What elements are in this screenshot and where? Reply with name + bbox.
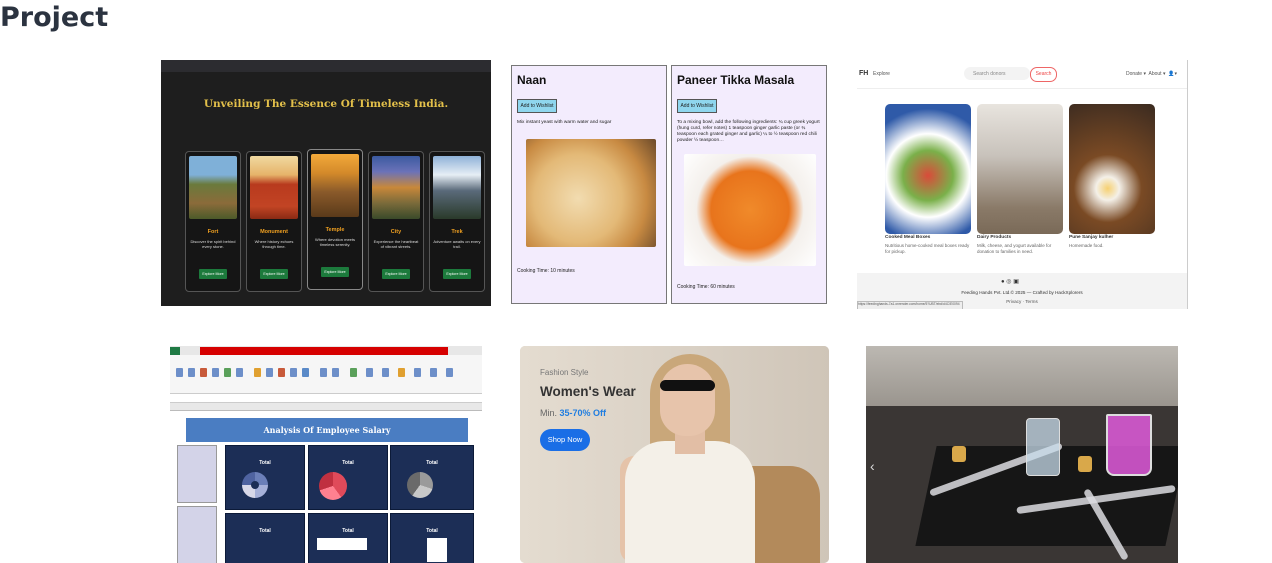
nav-explore[interactable]: Explore [873, 71, 890, 77]
recipe-title: Naan [517, 73, 547, 87]
cooking-time: Cooking Time: 60 minutes [677, 284, 735, 290]
instagram-icon[interactable]: ◎ [1006, 279, 1011, 285]
product-image-dairy [977, 104, 1063, 234]
temple-image [311, 154, 359, 217]
purple-beaker [1106, 414, 1152, 476]
page-title: Project [0, 2, 109, 33]
destination-card-city: City Experience the heartbeat of vibrant… [368, 151, 424, 292]
destination-card-fort: Fort Discover the spirit behind every st… [185, 151, 241, 292]
product-title: Cooked Meal Boxes [885, 235, 931, 240]
destination-card-temple: Temple Where devotion meets timeless ser… [307, 149, 363, 290]
explore-more-button[interactable]: Explore More [443, 269, 471, 279]
sensor-mount [952, 446, 966, 462]
pivot-chart-radar: Total [225, 513, 305, 563]
search-input[interactable]: Search donors [964, 67, 1030, 80]
site-header-bar [161, 60, 491, 72]
excel-title-bar [170, 346, 482, 355]
card-description: Where devotion meets timeless serenity. [314, 237, 356, 247]
project-thumbnail-hardware-photo[interactable]: ‹ [866, 346, 1178, 563]
formula-bar[interactable] [170, 394, 482, 403]
destination-card-trek: Trek Adventure awaits on every trail. Ex… [429, 151, 485, 292]
add-to-wishlist-button[interactable]: Add to Wishlist [517, 99, 557, 113]
project-thumbnail-india-tourism[interactable]: Unveiling The Essence Of Timeless India.… [161, 60, 491, 306]
card-description: Where history echoes through time. [254, 239, 294, 249]
search-button[interactable]: Search [1030, 67, 1057, 82]
dashboard-banner: Analysis Of Employee Salary [186, 418, 468, 442]
pivot-chart-bar: Total [308, 513, 388, 563]
recipe-description: To a mixing bowl, add the following ingr… [677, 120, 820, 143]
card-description: Discover the spirit behind every stone. [190, 239, 236, 249]
card-description: Experience the heartbeat of vibrant stre… [373, 239, 419, 249]
cooking-time: Cooking Time: 10 minutes [517, 268, 575, 274]
model-top [625, 441, 755, 563]
slicer-panel[interactable] [177, 506, 217, 563]
city-image [372, 156, 420, 219]
site-heading: Unveiling The Essence Of Timeless India. [203, 98, 449, 110]
explore-more-button[interactable]: Explore More [260, 269, 288, 279]
card-title: Monument [260, 229, 288, 235]
sensor-mount [1078, 456, 1092, 472]
recipe-description: Mix instant yeast with warm water and su… [517, 120, 612, 125]
water-bottle [1026, 418, 1060, 476]
recipe-title: Paneer Tikka Masala [677, 73, 795, 87]
facebook-icon[interactable]: ● [1001, 279, 1005, 285]
recipe-card-paneer-tikka-masala: Paneer Tikka Masala Add to Wishlist To a… [671, 65, 827, 304]
add-to-wishlist-button[interactable]: Add to Wishlist [677, 99, 717, 113]
card-title: Temple [325, 227, 345, 233]
card-title: Fort [207, 229, 219, 235]
site-navbar: FH Explore Search donors Search Donate ▾… [857, 60, 1187, 89]
nav-right-menu[interactable]: Donate ▾ About ▾ 👤▾ [1126, 71, 1177, 77]
fort-image [189, 156, 237, 219]
product-description: Homemade food. [1069, 243, 1104, 248]
product-image-homemade [1069, 104, 1155, 234]
hero-discount: Min. 35-70% Off [540, 408, 607, 418]
project-thumbnail-excel-dashboard[interactable]: Analysis Of Employee Salary Total Total … [170, 346, 482, 563]
product-title: Dairy Products [977, 235, 1012, 240]
product-image-meal [885, 104, 971, 234]
hero-subtitle: Fashion Style [540, 368, 589, 377]
naan-image [526, 139, 656, 247]
product-description: Nutritious home-cooked meal boxes ready … [885, 243, 970, 254]
status-url: https://feedinghands-7a1.onrender.com/ho… [857, 301, 963, 309]
pivot-chart-pie-2: Total [390, 445, 474, 510]
slicer-panel[interactable] [177, 445, 217, 503]
nav-donate[interactable]: Donate ▾ [1126, 71, 1146, 77]
title-highlight [200, 347, 448, 355]
pivot-chart-donut: Total [225, 445, 305, 510]
recipe-card-naan: Naan Add to Wishlist Mix instant yeast w… [511, 65, 667, 304]
explore-more-button[interactable]: Explore More [382, 269, 410, 279]
product-title: Pune Sanjay kulher [1069, 235, 1114, 240]
project-thumbnail-fashion-store[interactable]: Fashion Style Women's Wear Min. 35-70% O… [520, 346, 829, 563]
site-logo: FH [859, 70, 869, 77]
shop-now-button[interactable]: Shop Now [540, 429, 590, 451]
monument-image [250, 156, 298, 219]
project-thumbnail-feeding-hands[interactable]: FH Explore Search donors Search Donate ▾… [857, 60, 1188, 309]
copyright-text: Feeding Hands Pvt. Ltd.© 2025 — Crafted … [961, 290, 1083, 295]
excel-ribbon [170, 355, 482, 394]
explore-more-button[interactable]: Explore More [321, 267, 349, 277]
card-description: Adventure awaits on every trail. [433, 239, 481, 249]
column-headers [170, 403, 482, 411]
model-face [660, 364, 715, 436]
trek-image [433, 156, 481, 219]
nav-about[interactable]: About ▾ [1149, 71, 1166, 77]
project-thumbnail-recipes[interactable]: Naan Add to Wishlist Mix instant yeast w… [509, 60, 839, 312]
linkedin-icon[interactable]: ▣ [1013, 279, 1019, 285]
pivot-chart-column: Total [390, 513, 474, 563]
social-icons: ● ◎ ▣ [1001, 278, 1019, 285]
card-title: Trek [451, 229, 463, 235]
excel-file-tab [170, 347, 180, 355]
pivot-chart-pie: Total [308, 445, 388, 510]
destination-card-monument: Monument Where history echoes through ti… [246, 151, 302, 292]
paneer-image [684, 154, 816, 266]
explore-more-button[interactable]: Explore More [199, 269, 227, 279]
sunglasses [660, 380, 715, 391]
card-title: City [390, 229, 402, 235]
hero-heading: Women's Wear [540, 384, 636, 399]
product-description: Milk, cheese, and yogurt available for d… [977, 243, 1052, 254]
photo-background [866, 346, 1178, 406]
carousel-prev-icon[interactable]: ‹ [870, 458, 875, 474]
user-icon[interactable]: 👤▾ [1168, 71, 1177, 77]
